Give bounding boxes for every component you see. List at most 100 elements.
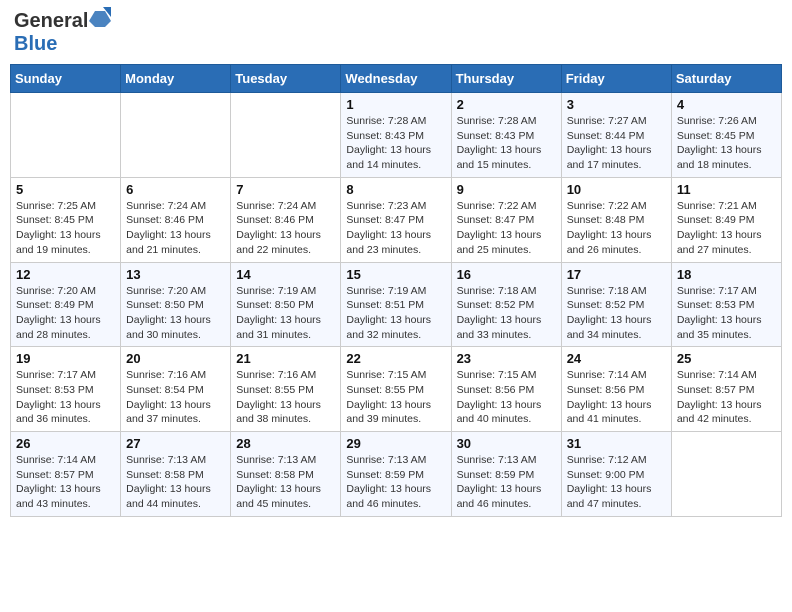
calendar-cell: 28 Sunrise: 7:13 AM Sunset: 8:58 PM Dayli… [231,432,341,517]
day-number: 5 [16,182,115,197]
day-info: Sunrise: 7:23 AM Sunset: 8:47 PM Dayligh… [346,199,445,258]
calendar-cell: 22 Sunrise: 7:15 AM Sunset: 8:55 PM Dayli… [341,347,451,432]
weekday-header-sunday: Sunday [11,65,121,93]
day-info: Sunrise: 7:14 AM Sunset: 8:56 PM Dayligh… [567,368,666,427]
day-number: 29 [346,436,445,451]
calendar-cell: 7 Sunrise: 7:24 AM Sunset: 8:46 PM Daylig… [231,177,341,262]
logo-icon [89,7,111,29]
day-info: Sunrise: 7:17 AM Sunset: 8:53 PM Dayligh… [677,284,776,343]
logo: General Blue [14,10,111,56]
weekday-header-monday: Monday [121,65,231,93]
calendar-cell [11,93,121,178]
day-info: Sunrise: 7:14 AM Sunset: 8:57 PM Dayligh… [677,368,776,427]
week-row-5: 26Sunrise: 7:14 AM Sunset: 8:57 PM Dayli… [11,432,782,517]
calendar-cell [231,93,341,178]
calendar-cell: 13 Sunrise: 7:20 AM Sunset: 8:50 PM Dayli… [121,262,231,347]
weekday-header-thursday: Thursday [451,65,561,93]
day-number: 23 [457,351,556,366]
calendar-cell: 25Sunrise: 7:14 AM Sunset: 8:57 PM Dayli… [671,347,781,432]
day-number: 26 [16,436,115,451]
day-info: Sunrise: 7:13 AM Sunset: 8:58 PM Dayligh… [126,453,225,512]
week-row-4: 19 Sunrise: 7:17 AM Sunset: 8:53 PM Dayli… [11,347,782,432]
day-number: 28 [236,436,335,451]
calendar-cell: 31 Sunrise: 7:12 AM Sunset: 9:00 PM Dayli… [561,432,671,517]
calendar-cell: 12 Sunrise: 7:20 AM Sunset: 8:49 PM Dayli… [11,262,121,347]
day-info: Sunrise: 7:16 AM Sunset: 8:54 PM Dayligh… [126,368,225,427]
calendar-cell [671,432,781,517]
day-info: Sunrise: 7:27 AM Sunset: 8:44 PM Dayligh… [567,114,666,173]
calendar-cell: 29 Sunrise: 7:13 AM Sunset: 8:59 PM Dayli… [341,432,451,517]
weekday-header-tuesday: Tuesday [231,65,341,93]
day-info: Sunrise: 7:18 AM Sunset: 8:52 PM Dayligh… [457,284,556,343]
day-number: 13 [126,267,225,282]
day-number: 27 [126,436,225,451]
calendar-cell: 27 Sunrise: 7:13 AM Sunset: 8:58 PM Dayli… [121,432,231,517]
calendar-cell: 4 Sunrise: 7:26 AM Sunset: 8:45 PM Daylig… [671,93,781,178]
calendar-cell: 1Sunrise: 7:28 AM Sunset: 8:43 PM Daylig… [341,93,451,178]
day-number: 24 [567,351,666,366]
day-number: 16 [457,267,556,282]
day-number: 2 [457,97,556,112]
calendar-cell: 5 Sunrise: 7:25 AM Sunset: 8:45 PM Daylig… [11,177,121,262]
logo-general-text: General [14,10,88,33]
weekday-header-wednesday: Wednesday [341,65,451,93]
day-number: 7 [236,182,335,197]
day-info: Sunrise: 7:25 AM Sunset: 8:45 PM Dayligh… [16,199,115,258]
day-info: Sunrise: 7:12 AM Sunset: 9:00 PM Dayligh… [567,453,666,512]
day-number: 18 [677,267,776,282]
day-number: 15 [346,267,445,282]
calendar-cell: 14 Sunrise: 7:19 AM Sunset: 8:50 PM Dayli… [231,262,341,347]
day-info: Sunrise: 7:20 AM Sunset: 8:50 PM Dayligh… [126,284,225,343]
day-number: 20 [126,351,225,366]
day-info: Sunrise: 7:20 AM Sunset: 8:49 PM Dayligh… [16,284,115,343]
weekday-header-saturday: Saturday [671,65,781,93]
calendar-cell: 18 Sunrise: 7:17 AM Sunset: 8:53 PM Dayli… [671,262,781,347]
calendar-cell: 21Sunrise: 7:16 AM Sunset: 8:55 PM Dayli… [231,347,341,432]
day-info: Sunrise: 7:16 AM Sunset: 8:55 PM Dayligh… [236,368,335,427]
day-info: Sunrise: 7:28 AM Sunset: 8:43 PM Dayligh… [457,114,556,173]
day-number: 1 [346,97,445,112]
calendar-cell: 23 Sunrise: 7:15 AM Sunset: 8:56 PM Dayli… [451,347,561,432]
day-info: Sunrise: 7:26 AM Sunset: 8:45 PM Dayligh… [677,114,776,173]
day-info: Sunrise: 7:15 AM Sunset: 8:56 PM Dayligh… [457,368,556,427]
calendar-cell: 30Sunrise: 7:13 AM Sunset: 8:59 PM Dayli… [451,432,561,517]
day-number: 12 [16,267,115,282]
calendar-cell: 19 Sunrise: 7:17 AM Sunset: 8:53 PM Dayli… [11,347,121,432]
day-info: Sunrise: 7:19 AM Sunset: 8:50 PM Dayligh… [236,284,335,343]
day-number: 4 [677,97,776,112]
day-info: Sunrise: 7:21 AM Sunset: 8:49 PM Dayligh… [677,199,776,258]
day-info: Sunrise: 7:18 AM Sunset: 8:52 PM Dayligh… [567,284,666,343]
weekday-header-row: SundayMondayTuesdayWednesdayThursdayFrid… [11,65,782,93]
day-number: 19 [16,351,115,366]
header: General Blue [10,10,782,56]
day-info: Sunrise: 7:19 AM Sunset: 8:51 PM Dayligh… [346,284,445,343]
day-info: Sunrise: 7:22 AM Sunset: 8:48 PM Dayligh… [567,199,666,258]
day-number: 3 [567,97,666,112]
day-info: Sunrise: 7:24 AM Sunset: 8:46 PM Dayligh… [236,199,335,258]
calendar-cell: 24 Sunrise: 7:14 AM Sunset: 8:56 PM Dayli… [561,347,671,432]
calendar-cell: 8 Sunrise: 7:23 AM Sunset: 8:47 PM Daylig… [341,177,451,262]
calendar-cell: 6Sunrise: 7:24 AM Sunset: 8:46 PM Daylig… [121,177,231,262]
day-number: 22 [346,351,445,366]
calendar-cell: 3 Sunrise: 7:27 AM Sunset: 8:44 PM Daylig… [561,93,671,178]
day-number: 31 [567,436,666,451]
calendar-cell: 10Sunrise: 7:22 AM Sunset: 8:48 PM Dayli… [561,177,671,262]
day-number: 30 [457,436,556,451]
day-number: 9 [457,182,556,197]
calendar-cell [121,93,231,178]
week-row-2: 5 Sunrise: 7:25 AM Sunset: 8:45 PM Daylig… [11,177,782,262]
calendar-cell: 11Sunrise: 7:21 AM Sunset: 8:49 PM Dayli… [671,177,781,262]
day-info: Sunrise: 7:17 AM Sunset: 8:53 PM Dayligh… [16,368,115,427]
week-row-1: 1 Sunrise: 7:28 AM Sunset: 8:43 PM Daylig… [11,93,782,178]
calendar-cell: 2 Sunrise: 7:28 AM Sunset: 8:43 PM Daylig… [451,93,561,178]
calendar-cell: 26Sunrise: 7:14 AM Sunset: 8:57 PM Dayli… [11,432,121,517]
calendar-cell: 9Sunrise: 7:22 AM Sunset: 8:47 PM Daylig… [451,177,561,262]
day-number: 8 [346,182,445,197]
day-info: Sunrise: 7:13 AM Sunset: 8:59 PM Dayligh… [346,453,445,512]
day-info: Sunrise: 7:13 AM Sunset: 8:58 PM Dayligh… [236,453,335,512]
week-row-3: 12 Sunrise: 7:20 AM Sunset: 8:49 PM Dayli… [11,262,782,347]
calendar-cell: 17Sunrise: 7:18 AM Sunset: 8:52 PM Dayli… [561,262,671,347]
day-info: Sunrise: 7:15 AM Sunset: 8:55 PM Dayligh… [346,368,445,427]
day-number: 14 [236,267,335,282]
calendar-table: SundayMondayTuesdayWednesdayThursdayFrid… [10,64,782,517]
